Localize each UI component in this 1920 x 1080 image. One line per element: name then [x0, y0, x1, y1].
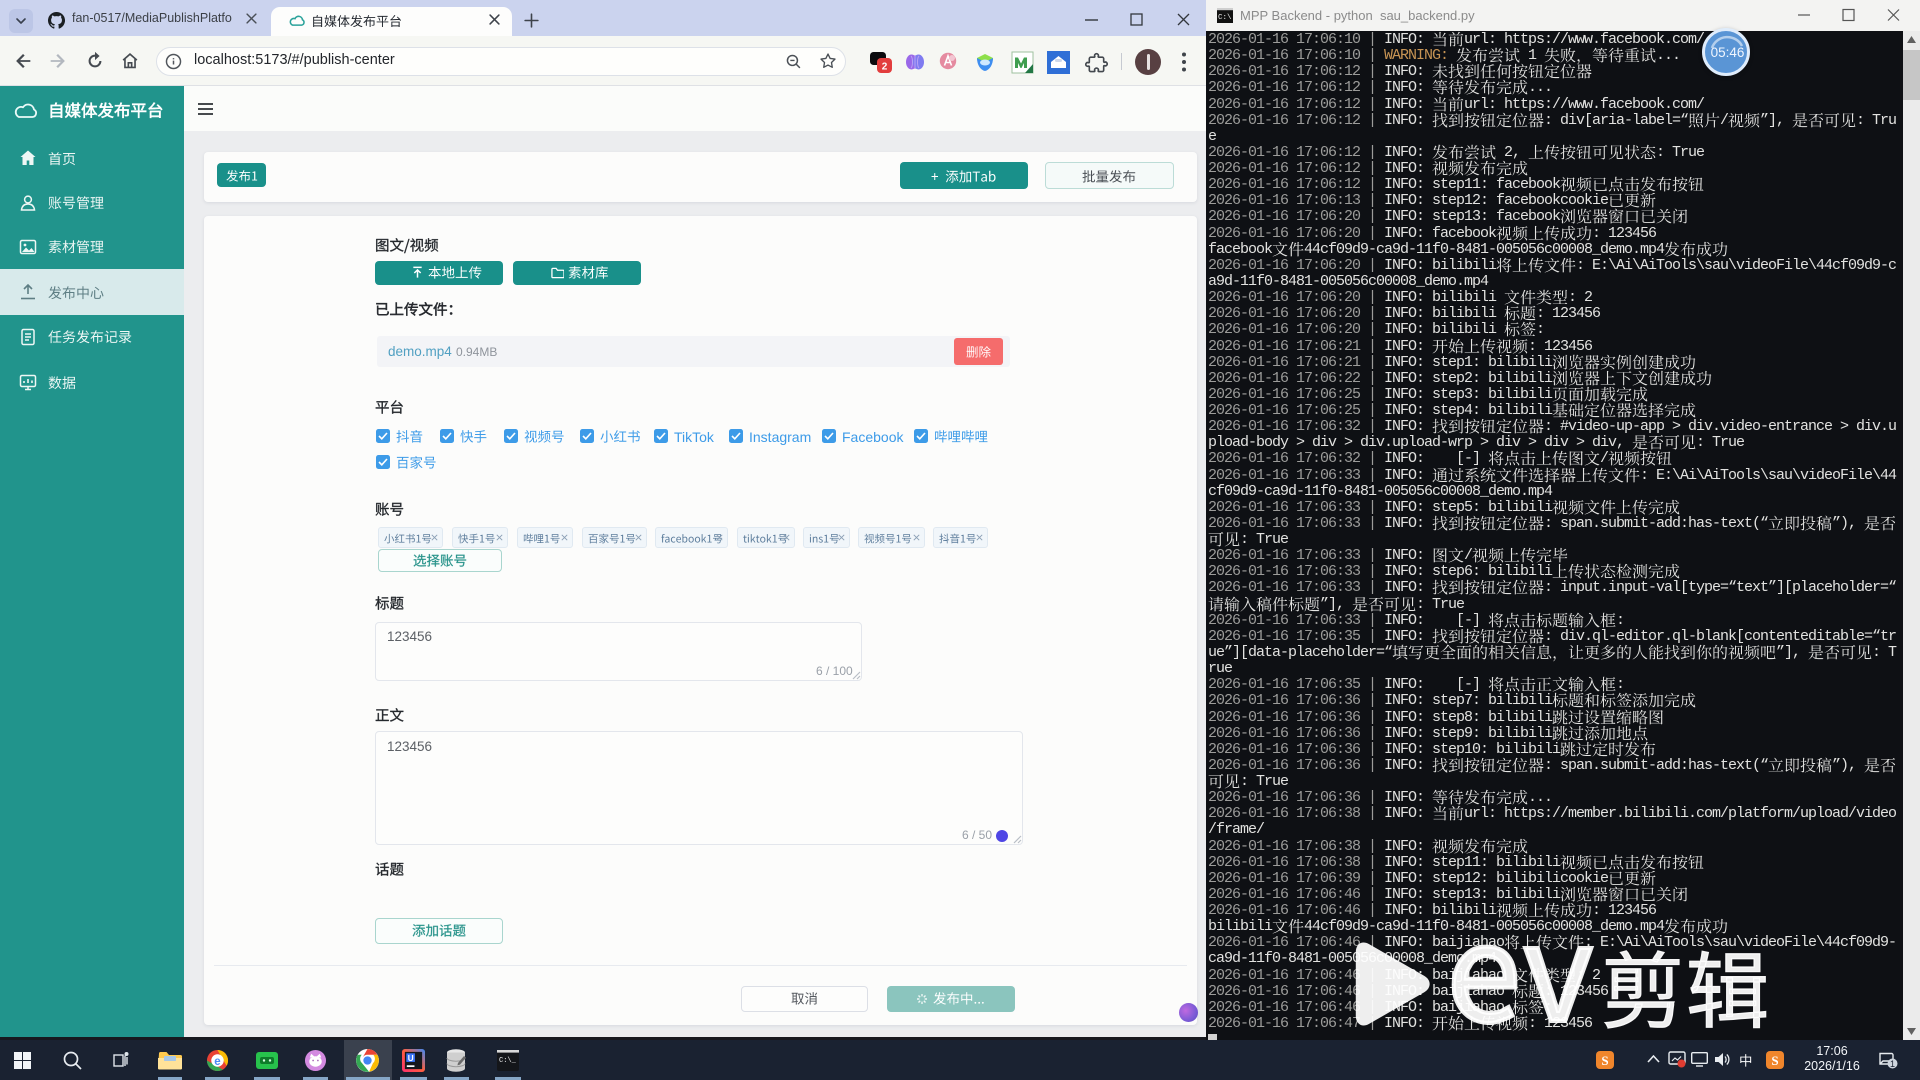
svg-text:C:\: C:\: [1218, 14, 1232, 22]
svg-text:e: e: [214, 1056, 220, 1068]
svg-text:S: S: [1601, 1053, 1608, 1068]
svg-text:U: U: [408, 1054, 414, 1063]
svg-text:1: 1: [1890, 1059, 1895, 1069]
svg-text:C:\_: C:\_: [499, 1057, 517, 1065]
svg-text:2: 2: [882, 62, 888, 73]
svg-text:S: S: [1771, 1053, 1778, 1068]
